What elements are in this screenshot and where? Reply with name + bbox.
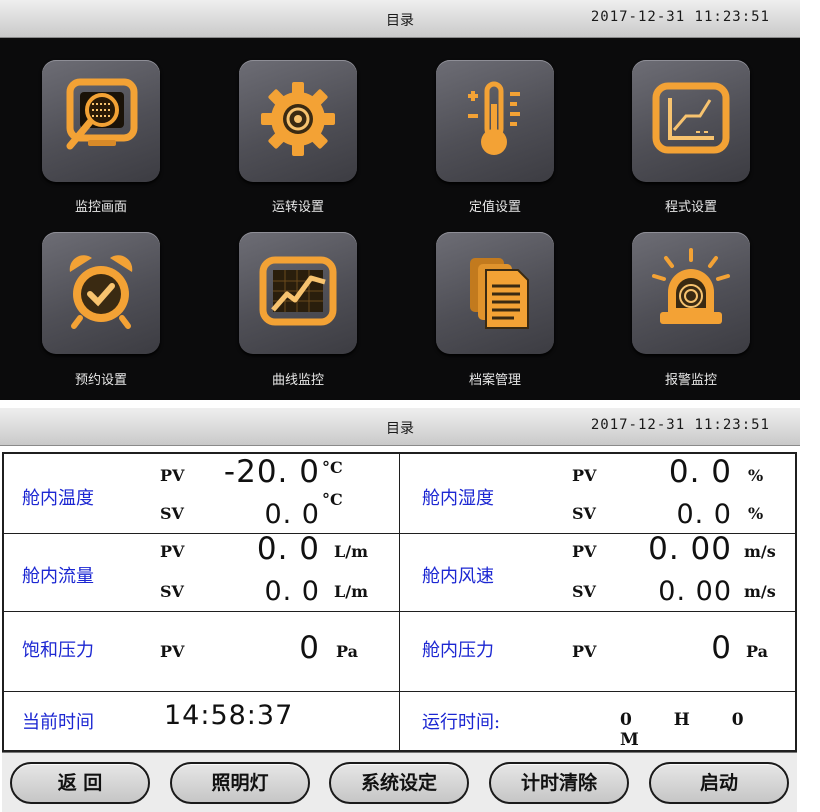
tile-alarm-label: 报警监控 — [664, 373, 717, 388]
monitor-titlebar: 目录 2017-12-31 11:23:51 — [0, 408, 800, 446]
tile-alarm[interactable] — [632, 232, 750, 354]
tile-program-label: 程式设置 — [664, 200, 717, 215]
sat-pressure-label: 饱和压力 — [22, 640, 94, 661]
run-time-label: 运行时间: — [422, 712, 501, 733]
cabin-temp-sv-tag: SV — [160, 504, 184, 523]
cabin-wind-pv-tag: PV — [572, 542, 597, 561]
tile-operation[interactable] — [239, 60, 357, 182]
cabin-flow-sv-tag: SV — [160, 582, 184, 601]
timer-clear-button[interactable]: 计时清除 — [489, 762, 629, 804]
run-time-cell: 运行时间: 0 H 0 M — [400, 692, 797, 750]
menu-titlebar: 目录 2017-12-31 11:23:51 — [0, 0, 800, 38]
cabin-humidity-sv: 0. 0 — [676, 499, 732, 530]
tile-monitor[interactable] — [42, 60, 160, 182]
run-time-value: 0 H 0 M — [620, 710, 762, 750]
cabin-pressure-cell: 舱内压力 PV 0 Pa — [400, 612, 797, 692]
gear-icon — [261, 82, 335, 156]
tile-setpoint-label: 定值设置 — [468, 200, 521, 215]
tile-setpoint[interactable] — [436, 60, 554, 182]
readings-grid: 舱内温度 PV -20. 0 °C SV 0. 0 °C 舱内湿度 PV 0. … — [2, 452, 797, 752]
light-button[interactable]: 照明灯 — [170, 762, 310, 804]
cabin-flow-pv-unit: L/m — [334, 542, 369, 561]
menu-datetime: 2017-12-31 11:23:51 — [590, 9, 770, 25]
cabin-flow-cell: 舱内流量 PV 0. 0 L/m SV 0. 0 L/m — [4, 531, 400, 612]
cabin-flow-pv: 0. 0 — [256, 531, 320, 567]
menu-screen: 目录 2017-12-31 11:23:51 监控画面 运转设置 定值设置 程式… — [0, 0, 800, 400]
cabin-wind-sv: 0. 00 — [658, 576, 732, 607]
system-settings-button[interactable]: 系统设定 — [329, 762, 469, 804]
cabin-humidity-pv-tag: PV — [572, 466, 597, 485]
program-chart-icon — [652, 82, 730, 154]
tile-reservation[interactable] — [42, 232, 160, 354]
cabin-temp-pv-unit: °C — [322, 458, 343, 477]
monitor-datetime: 2017-12-31 11:23:51 — [590, 417, 770, 433]
tile-program[interactable] — [632, 60, 750, 182]
sat-pressure-pv: 0 — [299, 630, 320, 666]
tile-curve-label: 曲线监控 — [271, 373, 324, 388]
cabin-wind-sv-tag: SV — [572, 582, 596, 601]
cabin-wind-label: 舱内风速 — [422, 566, 494, 587]
button-bar: 返 回 照明灯 系统设定 计时清除 启动 — [2, 752, 797, 812]
sat-pressure-pv-tag: PV — [160, 642, 185, 661]
thermometer-icon — [468, 81, 520, 155]
cabin-flow-label: 舱内流量 — [22, 566, 94, 587]
documents-icon — [470, 258, 529, 329]
cabin-flow-sv: 0. 0 — [264, 576, 320, 607]
cabin-flow-sv-unit: L/m — [334, 582, 369, 601]
alarm-clock-icon — [69, 255, 133, 329]
current-time-label: 当前时间 — [22, 712, 94, 733]
cabin-pressure-label: 舱内压力 — [422, 640, 494, 661]
cabin-temp-sv-unit: °C — [322, 490, 343, 509]
sat-pressure-unit: Pa — [336, 642, 358, 661]
cabin-flow-pv-tag: PV — [160, 542, 185, 561]
cabin-pressure-pv-tag: PV — [572, 642, 597, 661]
cabin-pressure-pv: 0 — [711, 630, 732, 666]
current-time-value: 14:58:37 — [164, 700, 294, 731]
cabin-temp-label: 舱内温度 — [22, 488, 94, 509]
start-button[interactable]: 启动 — [649, 762, 789, 804]
cabin-pressure-unit: Pa — [746, 642, 768, 661]
alarm-beacon-icon — [652, 248, 730, 324]
cabin-wind-sv-unit: m/s — [744, 582, 776, 601]
cabin-temp-cell: 舱内温度 PV -20. 0 °C SV 0. 0 °C — [4, 454, 400, 534]
cabin-wind-pv: 0. 00 — [648, 531, 732, 567]
tile-archive-label: 档案管理 — [468, 373, 521, 388]
cabin-humidity-cell: 舱内湿度 PV 0. 0 % SV 0. 0 % — [400, 454, 797, 534]
cabin-humidity-sv-unit: % — [748, 504, 764, 523]
tile-monitor-label: 监控画面 — [74, 200, 127, 215]
tile-curve[interactable] — [239, 232, 357, 354]
curve-chart-icon — [259, 256, 337, 326]
tile-operation-label: 运转设置 — [271, 200, 324, 215]
current-time-cell: 当前时间 14:58:37 — [4, 692, 400, 750]
tile-archive[interactable] — [436, 232, 554, 354]
cabin-humidity-label: 舱内湿度 — [422, 488, 494, 509]
back-button[interactable]: 返 回 — [10, 762, 150, 804]
cabin-temp-sv: 0. 0 — [264, 499, 320, 530]
cabin-temp-pv-tag: PV — [160, 466, 185, 485]
cabin-humidity-sv-tag: SV — [572, 504, 596, 523]
cabin-wind-cell: 舱内风速 PV 0. 00 m/s SV 0. 00 m/s — [400, 531, 797, 612]
monitor-magnifier-icon — [66, 78, 138, 150]
cabin-temp-pv: -20. 0 — [223, 454, 320, 490]
monitor-screen: 目录 2017-12-31 11:23:51 舱内温度 PV -20. 0 °C… — [0, 408, 800, 812]
cabin-humidity-pv: 0. 0 — [668, 454, 732, 490]
sat-pressure-cell: 饱和压力 PV 0 Pa — [4, 612, 400, 692]
cabin-wind-pv-unit: m/s — [744, 542, 776, 561]
tile-reservation-label: 预约设置 — [74, 373, 127, 388]
cabin-humidity-pv-unit: % — [748, 466, 764, 485]
